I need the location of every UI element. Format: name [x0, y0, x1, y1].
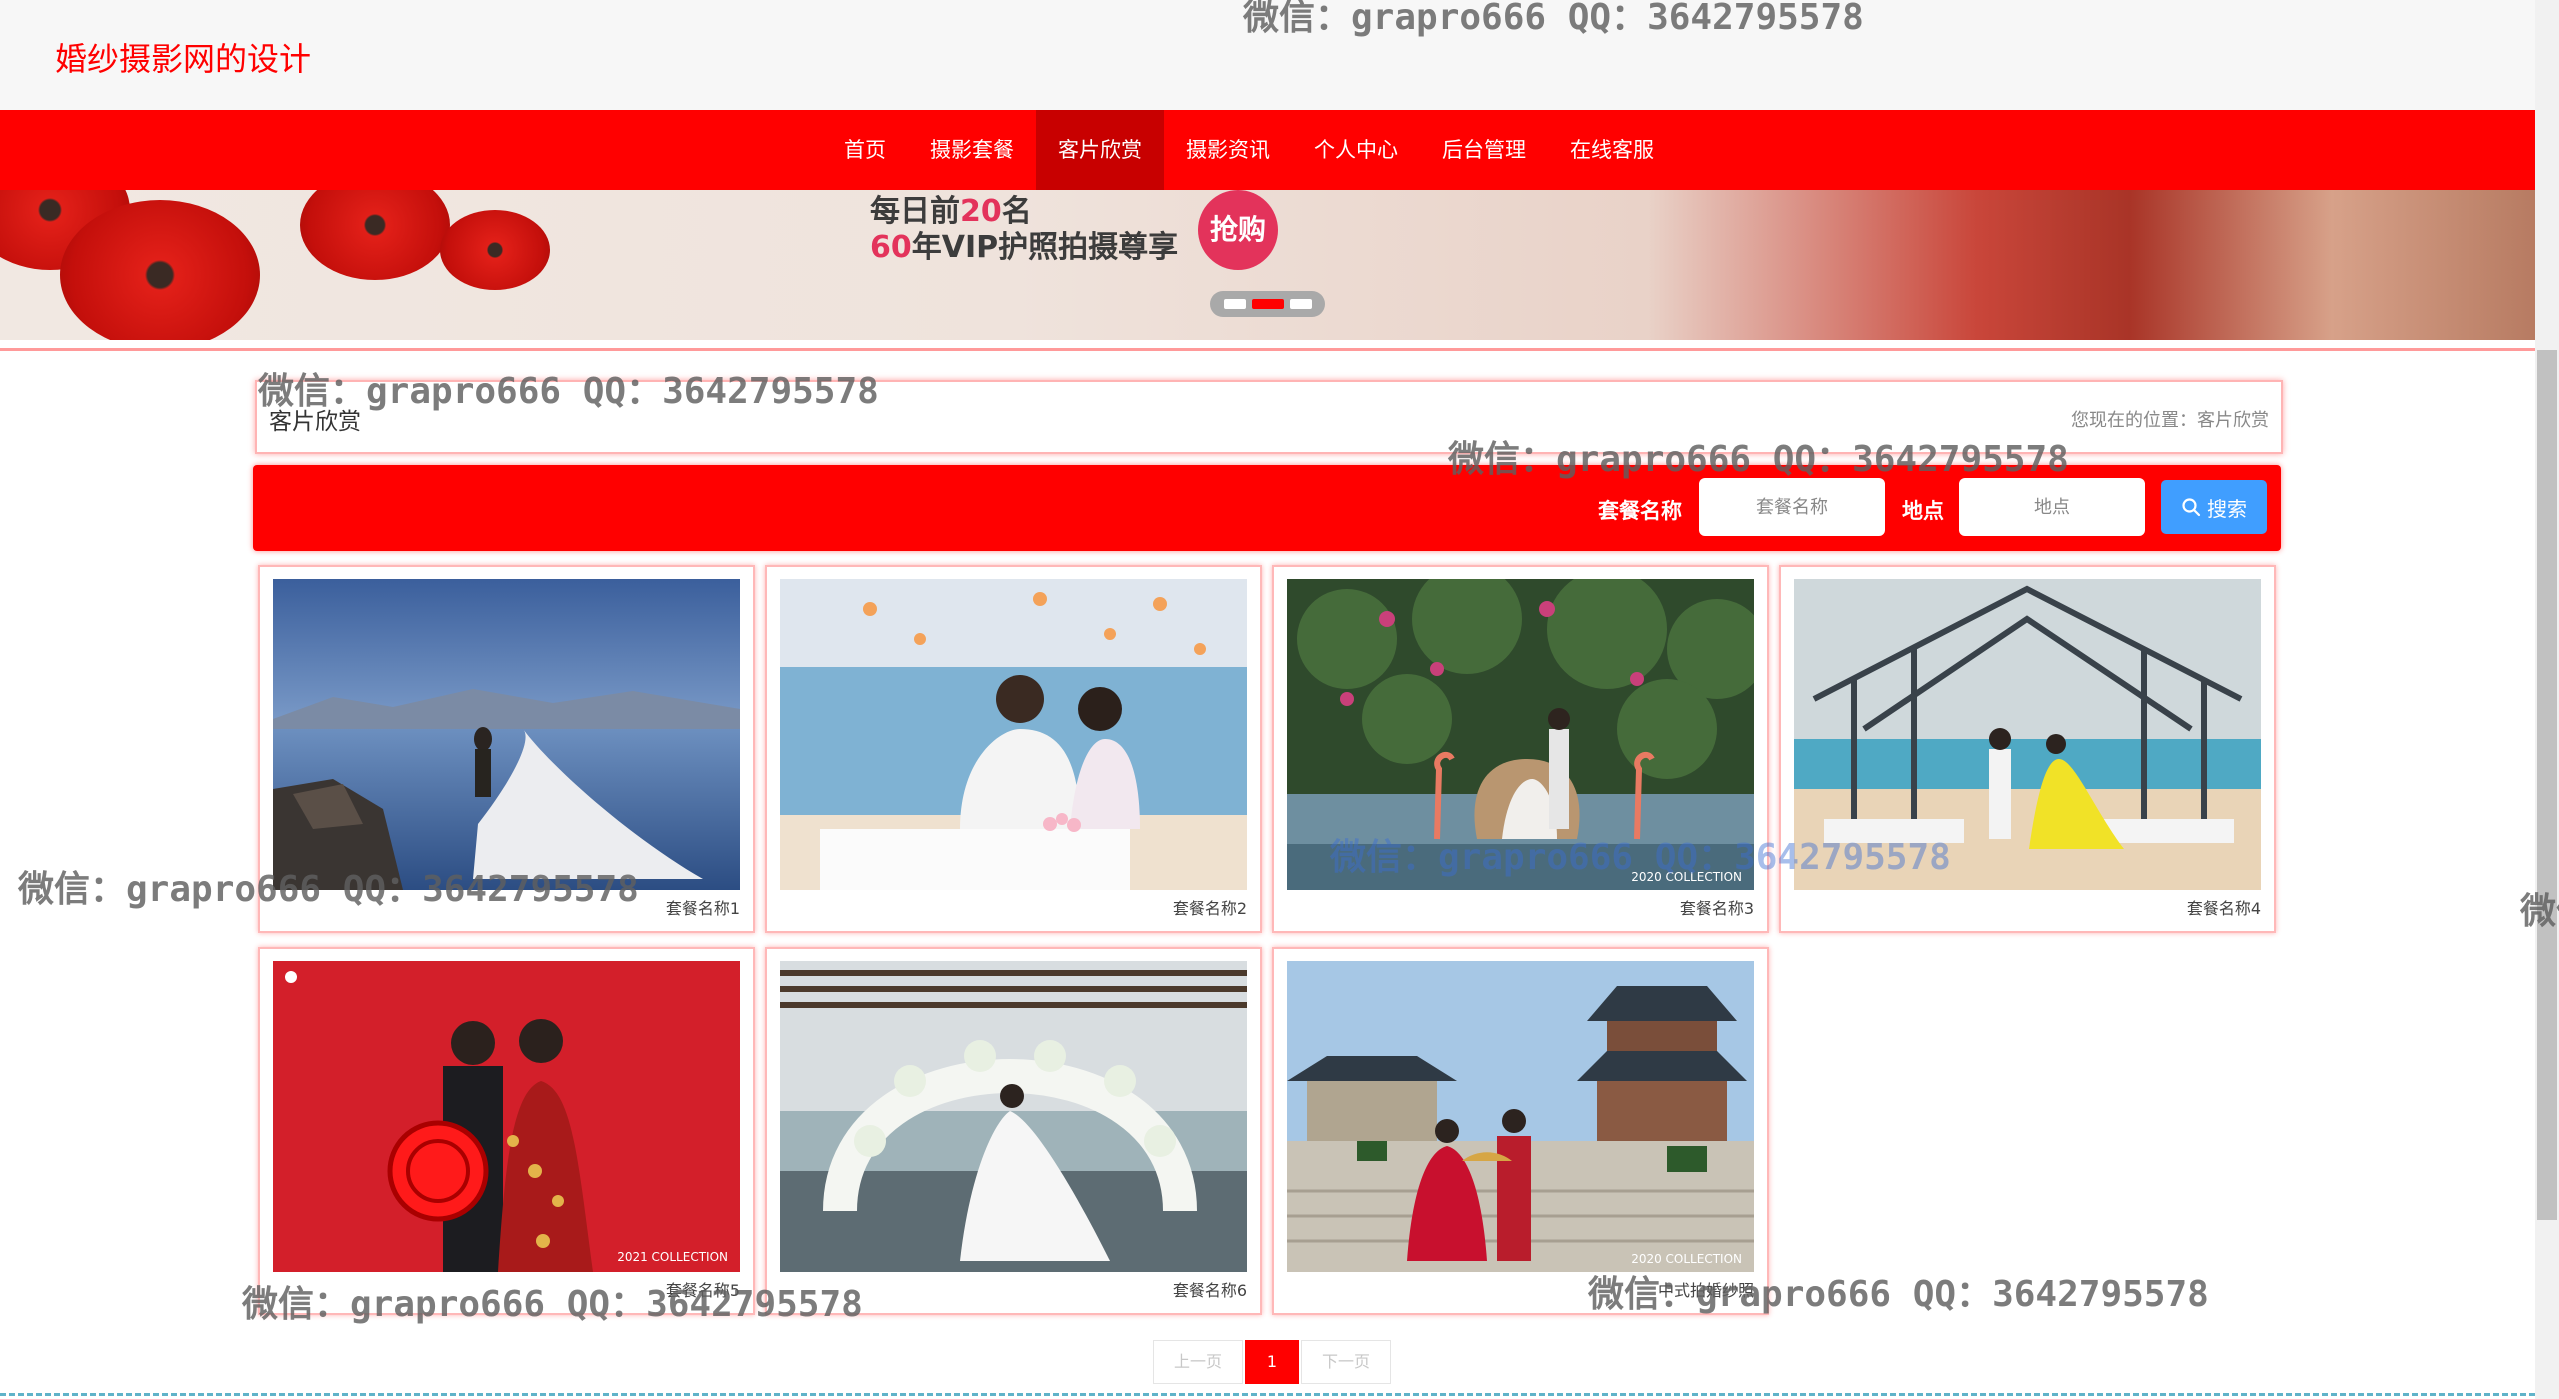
gallery-photo: 2020 COLLECTION — [1287, 579, 1754, 890]
gallery-photo: 2020 COLLECTION — [1287, 961, 1754, 1272]
nav-item-profile[interactable]: 个人中心 — [1292, 110, 1420, 190]
location-input[interactable] — [1959, 478, 2145, 536]
package-name-input[interactable] — [1699, 478, 1885, 536]
gallery-photo — [780, 961, 1247, 1272]
carousel-dot[interactable] — [1289, 299, 1312, 309]
poppy-flower — [60, 200, 260, 340]
gallery-card[interactable]: 套餐名称6 — [765, 947, 1262, 1315]
gallery-photo — [780, 579, 1247, 890]
photo-caption: 2020 COLLECTION — [1631, 1252, 1742, 1266]
prev-page-button[interactable]: 上一页 — [1153, 1340, 1243, 1384]
photo-caption: 2020 COLLECTION — [1631, 870, 1742, 884]
nav-item-packages[interactable]: 摄影套餐 — [908, 110, 1036, 190]
gallery-photo — [273, 579, 740, 890]
nav-item-client-photos[interactable]: 客片欣赏 — [1036, 110, 1164, 190]
photo-caption: 2021 COLLECTION — [617, 1250, 728, 1264]
card-title: 套餐名称3 — [1679, 899, 1754, 918]
card-title: 中式拍婚纱照 — [1657, 1281, 1754, 1300]
banner-carousel[interactable]: 每日前20名 60年VIP护照拍摄尊享 抢购 — [0, 190, 2535, 340]
banner-promo-line2: 60年VIP护照拍摄尊享 — [870, 230, 1179, 265]
poppy-flower — [440, 210, 550, 290]
buy-now-badge[interactable]: 抢购 — [1198, 190, 1278, 270]
site-title[interactable]: 婚纱摄影网的设计 — [55, 34, 311, 80]
breadcrumb-location: 您现在的位置：客片欣赏 — [2071, 410, 2269, 431]
search-icon — [2182, 498, 2201, 517]
gallery-card[interactable]: 套餐名称2 — [765, 565, 1262, 933]
search-button-label: 搜索 — [2207, 496, 2247, 521]
top-header: 婚纱摄影网的设计 — [0, 0, 2535, 110]
card-title: 套餐名称6 — [1172, 1281, 1247, 1300]
carousel-dot[interactable] — [1223, 299, 1246, 309]
current-page-button[interactable]: 1 — [1245, 1340, 1299, 1384]
nav-item-home[interactable]: 首页 — [822, 110, 908, 190]
gallery-photo — [1794, 579, 2261, 890]
search-button[interactable]: 搜索 — [2161, 480, 2267, 534]
card-title: 套餐名称2 — [1172, 899, 1247, 918]
poppy-flower — [300, 190, 450, 280]
gallery-card[interactable]: 套餐名称1 — [258, 565, 755, 933]
gallery-card[interactable]: 2021 COLLECTION 套餐名称5 — [258, 947, 755, 1315]
divider — [0, 348, 2535, 351]
carousel-dot-active[interactable] — [1251, 299, 1284, 309]
gallery-photo: 2021 COLLECTION — [273, 961, 740, 1272]
carousel-indicators — [1210, 291, 1325, 317]
card-title: 套餐名称5 — [665, 1281, 740, 1300]
scrollbar-thumb[interactable] — [2537, 350, 2557, 1220]
card-title: 套餐名称4 — [2186, 899, 2261, 918]
search-bar: 套餐名称 地点 搜索 — [253, 465, 2281, 551]
nav-item-support[interactable]: 在线客服 — [1548, 110, 1676, 190]
gallery-card[interactable]: 套餐名称4 — [1779, 565, 2276, 933]
card-title: 套餐名称1 — [665, 899, 740, 918]
bottom-divider — [0, 1393, 2535, 1396]
gallery-card[interactable]: 2020 COLLECTION 中式拍婚纱照 — [1272, 947, 1769, 1315]
main-nav: 首页 摄影套餐 客片欣赏 摄影资讯 个人中心 后台管理 在线客服 — [0, 110, 2535, 190]
page-title: 客片欣赏 — [269, 409, 361, 435]
package-name-label: 套餐名称 — [1598, 499, 1682, 523]
next-page-button[interactable]: 下一页 — [1301, 1340, 1391, 1384]
breadcrumb: 客片欣赏 您现在的位置：客片欣赏 — [255, 380, 2283, 454]
location-label: 地点 — [1902, 499, 1944, 523]
nav-item-news[interactable]: 摄影资讯 — [1164, 110, 1292, 190]
nav-item-admin[interactable]: 后台管理 — [1420, 110, 1548, 190]
gallery-card[interactable]: 2020 COLLECTION 套餐名称3 — [1272, 565, 1769, 933]
pagination: 上一页 1 下一页 — [1153, 1340, 1391, 1384]
